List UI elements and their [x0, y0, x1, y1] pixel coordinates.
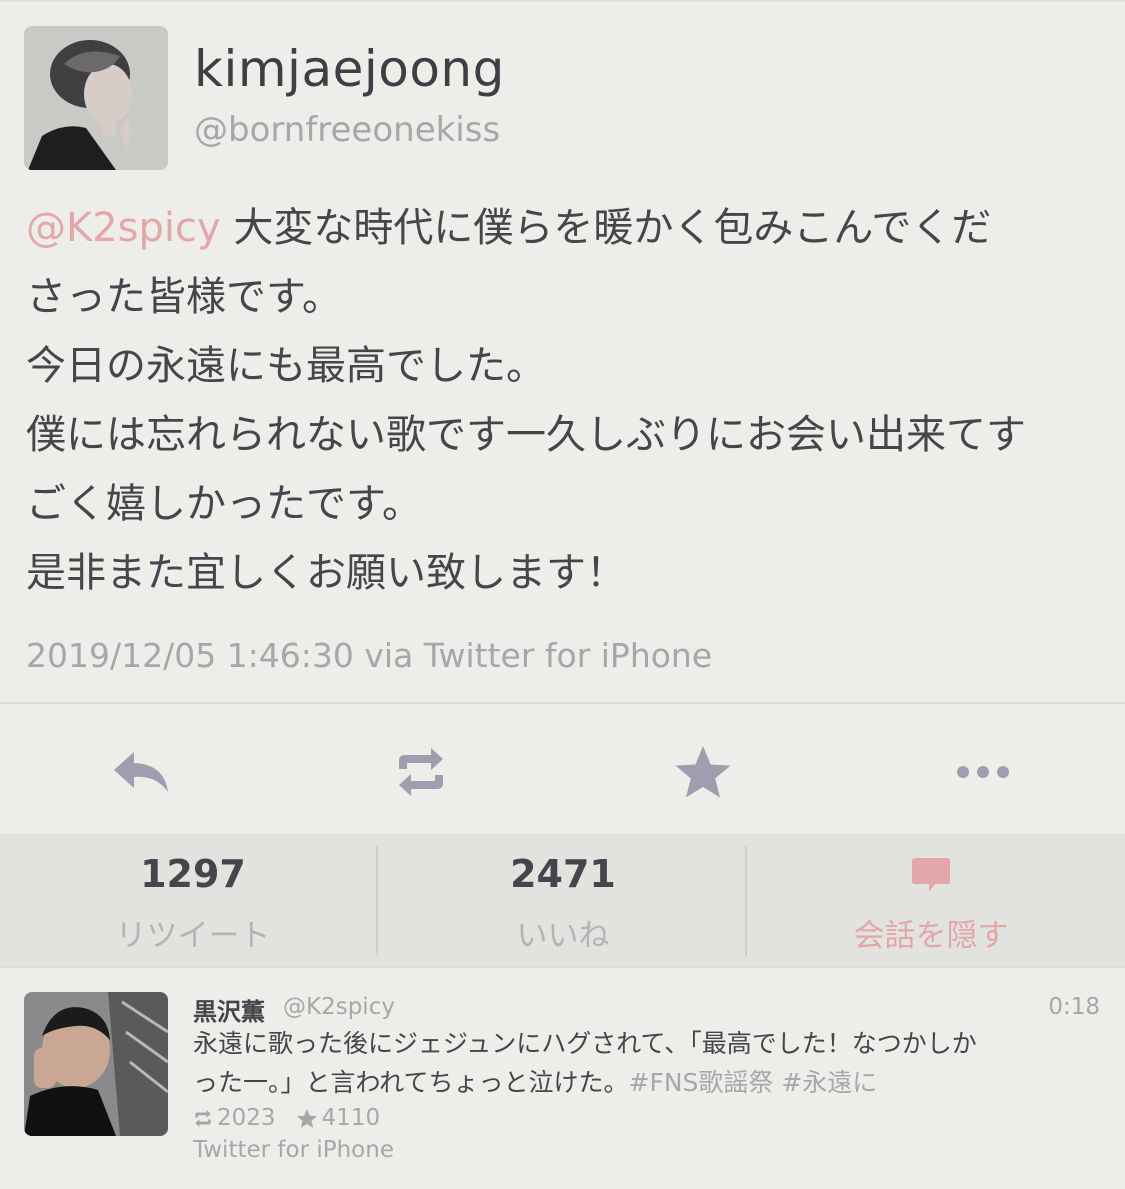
mention-link[interactable]: @K2spicy	[26, 205, 221, 251]
action-bar	[0, 705, 1125, 833]
chat-bubble-icon-wrap	[746, 856, 1116, 898]
stats-bar: 1297 リツイート 2471 いいね 会話を隠す	[0, 834, 1125, 966]
favorite-button[interactable]	[670, 739, 736, 805]
reply-line: 永遠に歌った後にジェジュンにハグされて、「最高でした！なつかしか	[193, 1029, 977, 1058]
top-border	[0, 0, 1125, 2]
tweet-line: さった皆様です。	[26, 274, 342, 320]
reply-line-text: った一。」と言われてちょっと泣けた。	[193, 1068, 629, 1097]
reply-user-handle[interactable]: @K2spicy	[283, 994, 395, 1020]
retweet-button[interactable]	[388, 739, 454, 805]
reply-avatar[interactable]	[24, 992, 168, 1136]
reply-icon	[114, 752, 168, 792]
like-count[interactable]: 2471 いいね	[378, 834, 748, 966]
reply-line: った一。」と言われてちょっと泣けた。#FNS歌謡祭 #永遠に	[193, 1063, 1108, 1102]
tweet-line: ごく嬉しかったです。	[26, 481, 422, 527]
retweet-count-label: リツイート	[115, 918, 271, 954]
reply-text: 永遠に歌った後にジェジュンにハグされて、「最高でした！なつかしか った一。」と言…	[193, 1024, 1108, 1102]
star-icon	[675, 746, 731, 798]
hashtag-links[interactable]: #FNS歌謡祭 #永遠に	[629, 1068, 878, 1097]
retweet-small-icon	[193, 1109, 213, 1128]
retweet-count-value: 1297	[140, 852, 246, 896]
tweet-line: 今日の永遠にも最高でした。	[26, 343, 546, 389]
chat-bubble-icon	[912, 858, 950, 892]
tweet-text: @K2spicy 大変な時代に僕らを暖かく包みこんでくだ さった皆様です。 今日…	[26, 192, 1111, 606]
star-small-icon	[296, 1108, 318, 1129]
reply-user-name[interactable]: 黒沢薫	[193, 992, 265, 1027]
reply-source: Twitter for iPhone	[193, 1137, 394, 1163]
retweet-icon	[399, 748, 443, 796]
more-icon	[957, 766, 1009, 778]
tweet-line: 是非また宜しくお願い致します！	[26, 550, 626, 596]
divider	[0, 702, 1125, 704]
hide-conversation-button[interactable]: 会話を隠す	[746, 834, 1116, 966]
tweet-line-text: 大変な時代に僕らを暖かく包みこんでくだ	[220, 205, 992, 251]
tweet-timestamp: 2019/12/05 1:46:30 via Twitter for iPhon…	[26, 636, 713, 675]
retweet-count[interactable]: 1297 リツイート	[8, 834, 378, 966]
user-name[interactable]: kimjaejoong	[194, 40, 505, 98]
reply-like-count: 4110	[321, 1105, 381, 1131]
tweet-line: 僕には忘れられない歌です一久しぶりにお会い出来てす	[26, 412, 1026, 458]
user-handle[interactable]: @bornfreeonekiss	[194, 110, 500, 150]
tweet-line: @K2spicy 大変な時代に僕らを暖かく包みこんでくだ	[26, 192, 1111, 261]
more-button[interactable]	[950, 739, 1016, 805]
reply-button[interactable]	[108, 739, 174, 805]
avatar[interactable]	[24, 26, 168, 170]
reply-time: 0:18	[1048, 994, 1100, 1020]
hide-conversation-label: 会話を隠す	[853, 918, 1009, 954]
divider	[0, 966, 1125, 968]
like-count-label: いいね	[516, 918, 610, 954]
like-count-value: 2471	[510, 852, 616, 896]
reply-avatar-photo	[24, 992, 168, 1136]
reply-retweet-count: 2023	[217, 1105, 276, 1131]
avatar-photo	[24, 26, 168, 170]
reply-meta: 2023 4110	[193, 1105, 380, 1131]
